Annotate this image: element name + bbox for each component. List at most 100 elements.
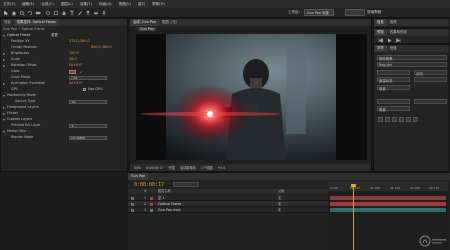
pen-tool-icon[interactable]	[61, 10, 67, 16]
superscript-button[interactable]	[406, 117, 411, 122]
tab-preview[interactable]: 预览	[374, 29, 387, 36]
expand-icon[interactable]	[3, 131, 5, 133]
resolution-select[interactable]: 完整	[169, 165, 175, 170]
render-mode-dropdown[interactable]: On Black	[69, 135, 107, 140]
puppet-tool-icon[interactable]	[101, 10, 107, 16]
expand-icon[interactable]	[3, 119, 5, 121]
hand-tool-icon[interactable]	[11, 10, 17, 16]
font-style-select[interactable]: Regular	[377, 62, 447, 67]
menu-view[interactable]: 视图(V)	[118, 2, 130, 7]
effect-row-scale[interactable]: Scale 38.0	[1, 57, 127, 62]
layer-row[interactable]: 3 Gun Pan.mov 无	[128, 207, 328, 213]
color-mode-dropdown[interactable]: Tint	[69, 75, 107, 80]
effect-row-brightness[interactable]: Brightness 100.0	[1, 51, 127, 56]
effect-row-color-mode[interactable]: Color Mode Tint	[1, 75, 127, 80]
faux-italic-button[interactable]	[385, 117, 390, 122]
tab-effects-presets[interactable]: 效果和预设	[387, 29, 410, 36]
eyedropper-icon[interactable]	[79, 70, 83, 74]
expand-icon[interactable]	[3, 112, 5, 115]
brush-tool-icon[interactable]	[77, 10, 83, 16]
expand-icon[interactable]	[3, 82, 5, 85]
last-frame-icon[interactable]	[396, 38, 401, 43]
menu-composition[interactable]: 合成(C)	[41, 2, 54, 7]
menu-layer[interactable]: 图层(L)	[61, 2, 73, 7]
comp-inner-tab[interactable]: Gun Pan	[138, 27, 157, 31]
expand-icon[interactable]	[3, 106, 5, 109]
workspace-select[interactable]: Gun Pan 标准	[304, 9, 334, 16]
eraser-tool-icon[interactable]	[93, 10, 99, 16]
clone-tool-icon[interactable]	[85, 10, 91, 16]
effect-row-preview-bg-layer[interactable]: Preview BG Layer 无	[1, 123, 127, 128]
leading-field[interactable]: 自动	[414, 70, 447, 76]
exposure-value[interactable]: +0.0	[217, 166, 225, 170]
tab-layer[interactable]: 图层: (无)	[159, 19, 180, 26]
tab-effect-controls[interactable]: 效果控件: Optical Flares	[13, 19, 59, 26]
effect-row-source-type[interactable]: Source Type 3D	[1, 99, 127, 104]
tab-audio[interactable]: 音频	[387, 19, 400, 26]
effect-row-center-position[interactable]: Center Position 640.0,360.0	[1, 45, 127, 50]
search-help-input[interactable]	[345, 9, 365, 16]
all-caps-button[interactable]	[392, 117, 397, 122]
composition-viewer[interactable]	[136, 34, 367, 160]
expand-icon[interactable]	[3, 95, 5, 97]
time-ruler[interactable]: 0:00f 00:12f 01:00f 01:12f 02:00f 02:12f	[328, 182, 448, 191]
current-timecode[interactable]: 0:00:00:17	[134, 182, 164, 188]
zoom-tool-icon[interactable]	[19, 10, 25, 16]
tracking-field[interactable]	[414, 77, 447, 82]
track-bar-optical-flares[interactable]	[330, 202, 446, 206]
tab-gun-pan[interactable]: Gun Pan	[128, 173, 149, 180]
play-icon[interactable]	[387, 38, 392, 43]
stroke-width-field[interactable]: 像素	[377, 85, 410, 91]
effect-row-optical-flares[interactable]: Optical Flares 重置	[1, 33, 127, 38]
effect-row-gpu[interactable]: GPU Use GPU	[1, 87, 127, 92]
camera-select[interactable]: 活动摄像机	[180, 165, 196, 170]
source-type-dropdown[interactable]: 3D	[69, 99, 107, 104]
expand-icon[interactable]	[3, 64, 5, 67]
faux-bold-button[interactable]	[378, 117, 383, 122]
effect-row-foreground-layers[interactable]: Foreground Layers	[1, 105, 127, 110]
comp-timecode[interactable]: 0:00:00:17	[146, 166, 163, 170]
camera-tool-icon[interactable]	[35, 10, 41, 16]
menu-file[interactable]: 文件(F)	[3, 2, 15, 7]
label-color[interactable]	[150, 196, 153, 200]
text-tool-icon[interactable]	[69, 10, 75, 16]
vertical-scale-field[interactable]	[377, 99, 410, 104]
effect-row-rotation-offset[interactable]: Rotation Offset 0x+0.0°	[1, 63, 127, 68]
baseline-shift-field[interactable]: 像素	[377, 106, 410, 112]
expand-icon[interactable]	[3, 52, 5, 55]
effect-row-position-xy[interactable]: Position XY 372.0,389.0	[1, 39, 127, 44]
tab-info[interactable]: 信息	[374, 19, 387, 26]
playhead[interactable]	[353, 184, 354, 250]
zoom-select[interactable]: 50%	[134, 166, 141, 170]
subscript-button[interactable]	[413, 117, 418, 122]
kerning-field[interactable]: 度量标准	[377, 77, 410, 83]
horizontal-scale-field[interactable]	[414, 99, 447, 104]
first-frame-icon[interactable]	[378, 38, 383, 43]
visibility-eye-icon[interactable]	[131, 202, 134, 206]
menu-help[interactable]: 帮助(H)	[152, 2, 165, 7]
small-caps-button[interactable]	[399, 117, 404, 122]
tab-character[interactable]: 字符	[374, 45, 387, 52]
visibility-eye-icon[interactable]	[131, 208, 134, 212]
rotate-tool-icon[interactable]	[27, 10, 33, 16]
preview-bg-dropdown[interactable]: 无	[69, 123, 107, 128]
tab-project[interactable]: 项目	[1, 19, 14, 26]
effect-row-custom-layers[interactable]: Custom Layers	[1, 117, 127, 122]
menu-window[interactable]: 窗口	[138, 2, 145, 7]
effect-row-positioning-mode[interactable]: Positioning Mode	[1, 93, 127, 98]
menu-effect[interactable]: 效果(T)	[80, 2, 92, 7]
effect-row-render-mode[interactable]: Render Mode On Black	[1, 135, 127, 140]
label-color[interactable]	[150, 208, 153, 212]
expand-icon[interactable]	[3, 58, 5, 61]
effect-row-motion-blur[interactable]: Motion Blur	[1, 129, 127, 134]
selection-tool-icon[interactable]	[3, 10, 9, 16]
timeline-tracks[interactable]: 0:00f 00:12f 01:00f 01:12f 02:00f 02:12f	[328, 182, 448, 250]
visibility-eye-icon[interactable]	[131, 196, 134, 200]
tab-composition[interactable]: 合成: Gun Pan	[130, 19, 160, 26]
menu-edit[interactable]: 编辑(E)	[22, 2, 34, 7]
layer-search-input[interactable]	[173, 182, 199, 187]
font-family-select[interactable]: 微软雅黑	[377, 55, 447, 61]
effect-row-flicker[interactable]: Flicker	[1, 111, 127, 116]
pan-behind-tool-icon[interactable]	[45, 10, 51, 16]
expand-icon[interactable]	[3, 35, 5, 37]
